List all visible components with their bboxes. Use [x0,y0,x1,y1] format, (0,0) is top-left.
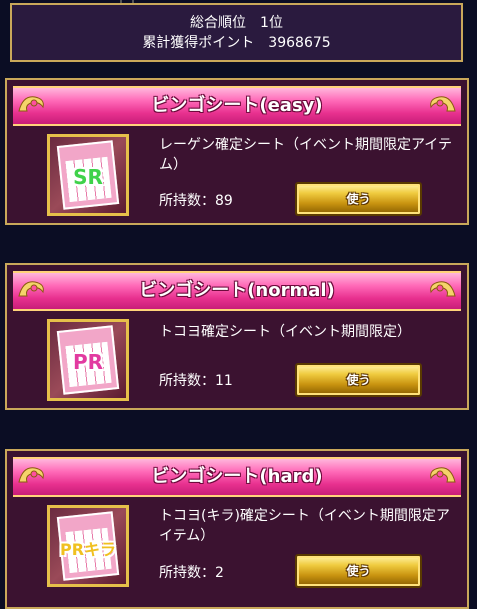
card-title: ビンゴシート(normal) [139,280,335,301]
bingo-sheet-thumbnail: PRキラ [47,505,129,587]
item-description: トコヨ(キラ)確定シート（イベント期間限定アイテム） [159,508,450,544]
ornament-icon [430,467,456,483]
use-button[interactable]: 使う [295,363,422,397]
bingo-sheet-thumbnail: PR [47,319,129,401]
item-description: レーゲン確定シート（イベント期間限定アイテム） [159,137,453,173]
ornament-icon [430,96,456,112]
rarity-badge: PR [72,350,104,374]
item-card-hard: ビンゴシート(hard) PRキラ トコヨ(キラ)確定シート（イベント期間限定ア… [5,449,469,609]
item-card-normal: ビンゴシート(normal) PR トコヨ確定シート（イベント期間限定） 所持数… [5,263,469,410]
card-header: ビンゴシート(easy) [13,86,461,126]
item-card-easy: ビンゴシート(easy) SR レーゲン確定シート（イベント期間限定アイテム） … [5,78,469,225]
overall-rank-text: 総合順位 1位 [190,14,283,31]
card-title: ビンゴシート(hard) [151,466,323,487]
bingo-sheet-thumbnail: SR [47,134,129,216]
use-button[interactable]: 使う [295,554,422,588]
owned-count: 所持数：89 [159,193,233,209]
rarity-badge: SR [73,165,103,189]
ornament-icon [430,281,456,297]
ornament-icon [18,281,44,297]
owned-count: 所持数：11 [159,373,233,389]
total-points-text: 累計獲得ポイント 3968675 [142,34,331,51]
use-button[interactable]: 使う [295,182,422,216]
ornament-icon [18,467,44,483]
ornament-icon [18,96,44,112]
item-description: トコヨ確定シート（イベント期間限定） [159,324,411,340]
card-title: ビンゴシート(easy) [151,95,323,116]
rarity-badge: PRキラ [59,540,117,559]
ranking-summary-panel: 総合順位 1位 累計獲得ポイント 3968675 [10,3,463,62]
card-header: ビンゴシート(hard) [13,457,461,497]
owned-count: 所持数：2 [159,565,224,581]
card-header: ビンゴシート(normal) [13,271,461,311]
